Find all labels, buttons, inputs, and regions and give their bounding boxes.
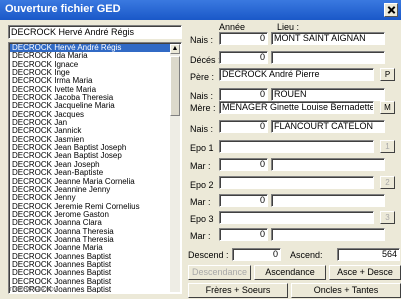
list-item[interactable]: DECROCK Jenny [10, 194, 171, 202]
scroll-thumb[interactable] [170, 56, 180, 116]
epo3-field[interactable] [219, 211, 374, 224]
mar1-annee-field[interactable]: 0 [219, 158, 268, 171]
list-item[interactable]: DECROCK Jeremie Remi Cornelius [10, 203, 171, 211]
list-item[interactable]: DECROCK Ida Maria [10, 52, 171, 60]
mar1-lieu-field[interactable] [271, 158, 385, 171]
mere-button[interactable]: M [380, 101, 395, 114]
epo1-button[interactable]: 1 [380, 140, 395, 153]
list-item[interactable]: DECROCK Jeanne Maria Cornelia [10, 178, 171, 186]
list-item[interactable]: DECROCK Jean Joseph [10, 161, 171, 169]
list-item[interactable]: DECROCK Joannes Baptist [10, 278, 171, 286]
epo1-field[interactable] [219, 140, 374, 153]
list-item[interactable]: DECROCK Jerome Gaston [10, 211, 171, 219]
list-item[interactable]: DECROCK Hervé André Régis [10, 44, 171, 53]
mere-label: Mère : [190, 103, 216, 113]
descend-count: 0 [232, 248, 281, 261]
mere-nais-label: Nais : [190, 124, 214, 134]
pere-label: Père : [190, 72, 215, 82]
ascend-label: Ascend: [290, 250, 323, 260]
list-item[interactable]: DECROCK Jacoba Theresia [10, 94, 171, 102]
mere-nais-lieu-field[interactable]: FLANCOURT CATELON [271, 120, 385, 133]
descend-label: Descend : [188, 250, 229, 260]
mere-field[interactable]: MENAGER Ginette Louise Bernadette [219, 101, 374, 114]
list-item[interactable]: DECROCK Inge [10, 69, 171, 77]
list-item[interactable]: DECROCK Ivette Maria [10, 86, 171, 94]
search-input[interactable]: DECROCK Hervé André Régis [8, 25, 182, 39]
mar3-lieu-field[interactable] [271, 228, 385, 241]
list-scrollbar[interactable]: ▲ [170, 44, 180, 292]
scroll-up-arrow-icon[interactable]: ▲ [170, 44, 180, 54]
epo2-button[interactable]: 2 [380, 176, 395, 189]
watermark: TOOCHARGER.COM [9, 287, 58, 293]
deces-annee-field[interactable]: 0 [219, 51, 268, 64]
nais-annee-field[interactable]: 0 [219, 32, 268, 45]
nais-label: Nais : [190, 35, 214, 45]
pere-nais-lieu-field[interactable]: ROUEN [271, 88, 385, 101]
list-item[interactable]: DECROCK Joannes Baptist [10, 269, 171, 277]
mere-nais-annee-field[interactable]: 0 [219, 120, 268, 133]
list-item[interactable]: DECROCK Joanna Clara [10, 219, 171, 227]
list-item[interactable]: DECROCK Ignace [10, 61, 171, 69]
list-item[interactable]: DECROCK Irma Maria [10, 77, 171, 85]
epo2-label: Epo 2 [190, 180, 214, 190]
mar3-label: Mar : [190, 231, 211, 241]
pere-button[interactable]: P [380, 68, 395, 81]
list-item[interactable]: DECROCK Jasmien [10, 136, 171, 144]
list-item[interactable]: DECROCK Jan [10, 119, 171, 127]
mar1-label: Mar : [190, 161, 211, 171]
mar3-annee-field[interactable]: 0 [219, 228, 268, 241]
person-list[interactable]: DECROCK Hervé André Régis DECROCK Ida Mar… [8, 42, 182, 294]
deces-label: Décés : [190, 55, 221, 65]
nais-lieu-field[interactable]: MONT SAINT AIGNAN [271, 32, 385, 45]
epo1-label: Epo 1 [190, 143, 214, 153]
title-bar[interactable]: Ouverture fichier GED [0, 0, 401, 20]
epo3-label: Epo 3 [190, 214, 214, 224]
epo3-button[interactable]: 3 [380, 211, 395, 224]
ged-window: Ouverture fichier GED DECROCK Hervé Andr… [0, 0, 401, 299]
pere-nais-label: Nais : [190, 91, 214, 101]
descendance-button[interactable]: Descendance [188, 265, 251, 280]
oncles-tantes-button[interactable]: Oncles + Tantes [291, 283, 401, 298]
lieu-header: Lieu : [277, 22, 300, 32]
close-icon[interactable] [384, 3, 398, 17]
list-item[interactable]: DECROCK Jean Baptist Josep [10, 152, 171, 160]
list-item[interactable]: DECROCK Jannick [10, 127, 171, 135]
list-item[interactable]: DECROCK Jeannine Jenny [10, 186, 171, 194]
pere-nais-annee-field[interactable]: 0 [219, 88, 268, 101]
ascend-count: 564 [337, 248, 400, 261]
person-list-items: DECROCK Hervé André Régis DECROCK Ida Mar… [10, 44, 171, 293]
ascendance-button[interactable]: Ascendance [254, 265, 326, 280]
list-item[interactable]: DECROCK Jean-Baptiste [10, 169, 171, 177]
list-item[interactable]: DECROCK Joannes Baptist [10, 253, 171, 261]
list-item[interactable]: DECROCK Joannes Baptist [10, 261, 171, 269]
list-item[interactable]: DECROCK Jacqueline Maria [10, 102, 171, 110]
deces-lieu-field[interactable] [271, 51, 385, 64]
list-item[interactable]: DECROCK Joanna Theresia [10, 228, 171, 236]
mar2-label: Mar : [190, 197, 211, 207]
list-item[interactable]: DECROCK Jacques [10, 111, 171, 119]
epo2-field[interactable] [219, 176, 374, 189]
mar2-annee-field[interactable]: 0 [219, 194, 268, 207]
list-item[interactable]: DECROCK Joanna Theresia [10, 236, 171, 244]
freres-soeurs-button[interactable]: Frères + Soeurs [188, 283, 288, 298]
mar2-lieu-field[interactable] [271, 194, 385, 207]
list-item[interactable]: DECROCK Jean Baptist Joseph [10, 144, 171, 152]
annee-header: Année [219, 22, 246, 32]
window-title: Ouverture fichier GED [5, 3, 121, 15]
pere-field[interactable]: DECROCK André Pierre [219, 68, 374, 81]
asce-desce-button[interactable]: Asce + Desce [329, 265, 401, 280]
list-item[interactable]: DECROCK Joanne Maria [10, 244, 171, 252]
